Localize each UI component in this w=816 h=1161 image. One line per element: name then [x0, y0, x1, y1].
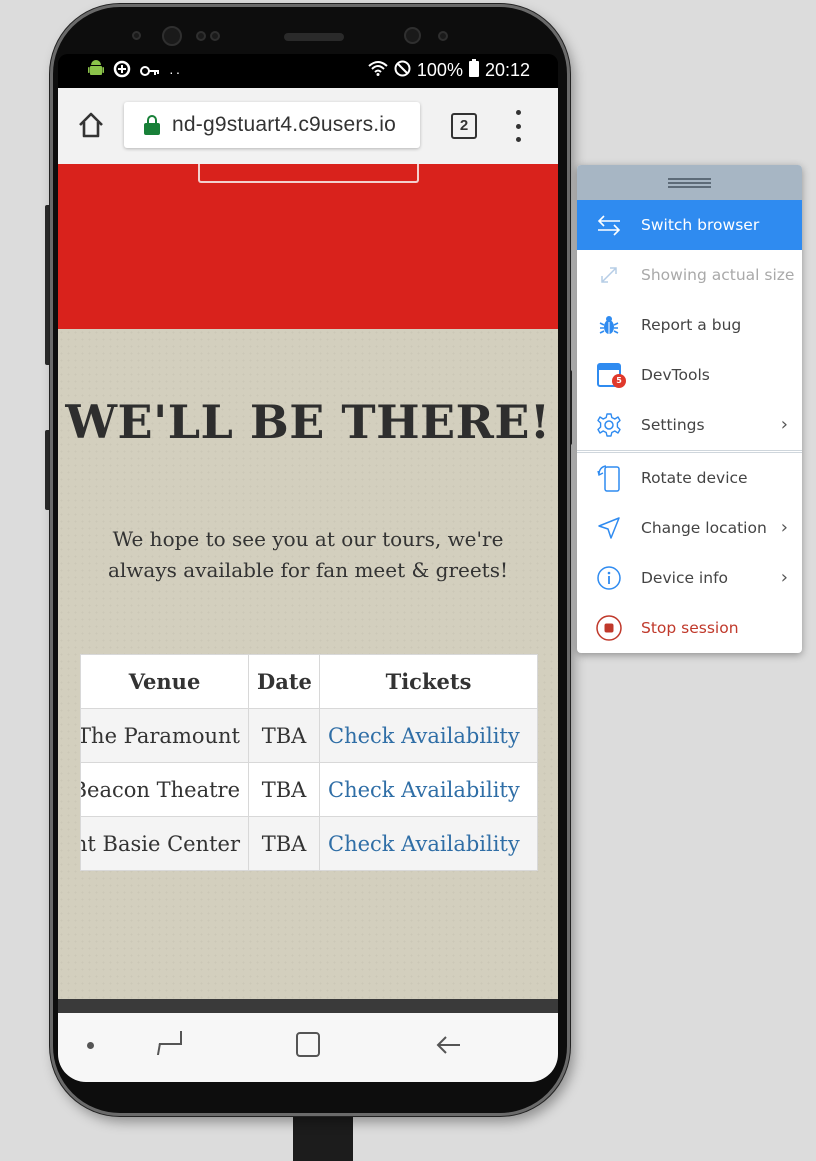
web-page[interactable]: WE'LL BE THERE! We hope to see you at ou…	[58, 164, 558, 999]
actual-size-button[interactable]: Showing actual size	[577, 250, 802, 300]
front-camera	[162, 26, 182, 46]
navigation-bar	[58, 1013, 558, 1082]
menu-item-label: Report a bug	[641, 316, 742, 334]
check-availability-link[interactable]: Check Availability	[319, 762, 538, 817]
do-not-disturb-icon	[394, 60, 411, 82]
sensor	[196, 31, 206, 41]
menu-item-label: Settings	[641, 416, 705, 434]
overflow-menu-icon[interactable]	[508, 110, 528, 142]
stop-session-button[interactable]: Stop session	[577, 603, 802, 653]
section-subtext: We hope to see you at our tours, we're a…	[107, 527, 509, 582]
venue-cell: Count Basie Center	[80, 816, 249, 871]
earpiece-speaker	[284, 33, 344, 41]
chevron-right-icon: ›	[780, 414, 788, 435]
venue-cell: Beacon Theatre	[80, 762, 249, 817]
menu-drag-handle[interactable]	[577, 165, 802, 200]
nav-home-icon[interactable]	[296, 1032, 320, 1057]
tour-section: WE'LL BE THERE! We hope to see you at ou…	[58, 329, 558, 999]
devtools-badge: 5	[612, 374, 626, 388]
tour-table: Venue Date Tickets The Paramount TBA Che…	[80, 654, 538, 871]
clock: 20:12	[484, 60, 530, 80]
chevron-right-icon: ›	[780, 517, 788, 538]
page-footer-strip	[58, 999, 558, 1013]
date-cell: TBA	[248, 816, 320, 871]
menu-item-label: Stop session	[641, 619, 739, 637]
switch-browser-button[interactable]: Switch browser	[577, 200, 802, 250]
settings-button[interactable]: Settings ›	[577, 400, 802, 450]
battery-icon	[468, 59, 479, 82]
switch-arrows-icon	[577, 213, 641, 237]
recents-icon[interactable]	[158, 1031, 182, 1055]
devtools-icon	[577, 362, 641, 388]
menu-item-label: Switch browser	[641, 216, 760, 234]
date-cell: TBA	[248, 708, 320, 763]
header-band	[58, 164, 558, 329]
back-icon[interactable]	[434, 1030, 464, 1060]
lock-icon	[144, 115, 160, 135]
column-header-tickets: Tickets	[319, 654, 538, 709]
table-row: Beacon Theatre TBA Check Availability	[80, 762, 538, 817]
gear-icon	[577, 412, 641, 438]
menu-item-label: Change location	[641, 519, 767, 537]
table-row: The Paramount TBA Check Availability	[80, 708, 538, 763]
bug-icon	[577, 314, 641, 336]
tab-switcher-button[interactable]: 2	[451, 113, 477, 139]
iris-camera	[404, 27, 421, 44]
chevron-right-icon: ›	[780, 567, 788, 588]
location-arrow-icon	[577, 516, 641, 540]
venue-cell: The Paramount	[80, 708, 249, 763]
android-icon	[88, 60, 104, 83]
column-header-venue: Venue	[80, 654, 249, 709]
menu-item-label: Showing actual size	[641, 266, 795, 284]
rotate-device-icon	[577, 463, 641, 493]
report-bug-button[interactable]: Report a bug	[577, 300, 802, 350]
sensor	[132, 31, 141, 40]
check-availability-link[interactable]: Check Availability	[319, 816, 538, 871]
menu-item-label: DevTools	[641, 366, 710, 384]
resize-icon	[577, 264, 641, 286]
data-saver-icon	[113, 60, 131, 83]
address-bar[interactable]: nd-g9stuart4.c9users.io	[124, 102, 420, 148]
table-row: Count Basie Center TBA Check Availabilit…	[80, 816, 538, 871]
url-text[interactable]: nd-g9stuart4.c9users.io	[172, 113, 396, 137]
device-side-menu: Switch browser Showing actual size Repor…	[577, 165, 802, 653]
home-icon[interactable]	[76, 110, 106, 140]
devtools-button[interactable]: 5 DevTools	[577, 350, 802, 400]
change-location-button[interactable]: Change location ›	[577, 503, 802, 553]
date-cell: TBA	[248, 762, 320, 817]
vpn-key-icon	[140, 61, 160, 82]
column-header-date: Date	[248, 654, 320, 709]
sensor	[210, 31, 220, 41]
device-info-button[interactable]: Device info ›	[577, 553, 802, 603]
menu-item-label: Rotate device	[641, 469, 748, 487]
stop-icon	[577, 614, 641, 642]
more-notifications-icon: ··	[169, 63, 183, 80]
section-headline: WE'LL BE THERE!	[65, 395, 551, 449]
check-availability-link[interactable]: Check Availability	[319, 708, 538, 763]
wifi-icon	[368, 60, 388, 81]
browser-toolbar: nd-g9stuart4.c9users.io 2	[58, 88, 558, 164]
info-icon	[577, 565, 641, 591]
device-screen[interactable]: ·· 100% 20:12 nd-g9stuart4.c9users.io 2	[58, 54, 558, 1082]
menu-item-label: Device info	[641, 569, 729, 587]
table-header-row: Venue Date Tickets	[80, 654, 538, 709]
header-button[interactable]	[198, 164, 419, 183]
sensor	[438, 31, 448, 41]
status-bar: ·· 100% 20:12	[58, 54, 558, 88]
rotate-device-button[interactable]: Rotate device	[577, 453, 802, 503]
nav-dot-icon[interactable]	[87, 1042, 94, 1049]
battery-percent: 100%	[416, 60, 463, 80]
